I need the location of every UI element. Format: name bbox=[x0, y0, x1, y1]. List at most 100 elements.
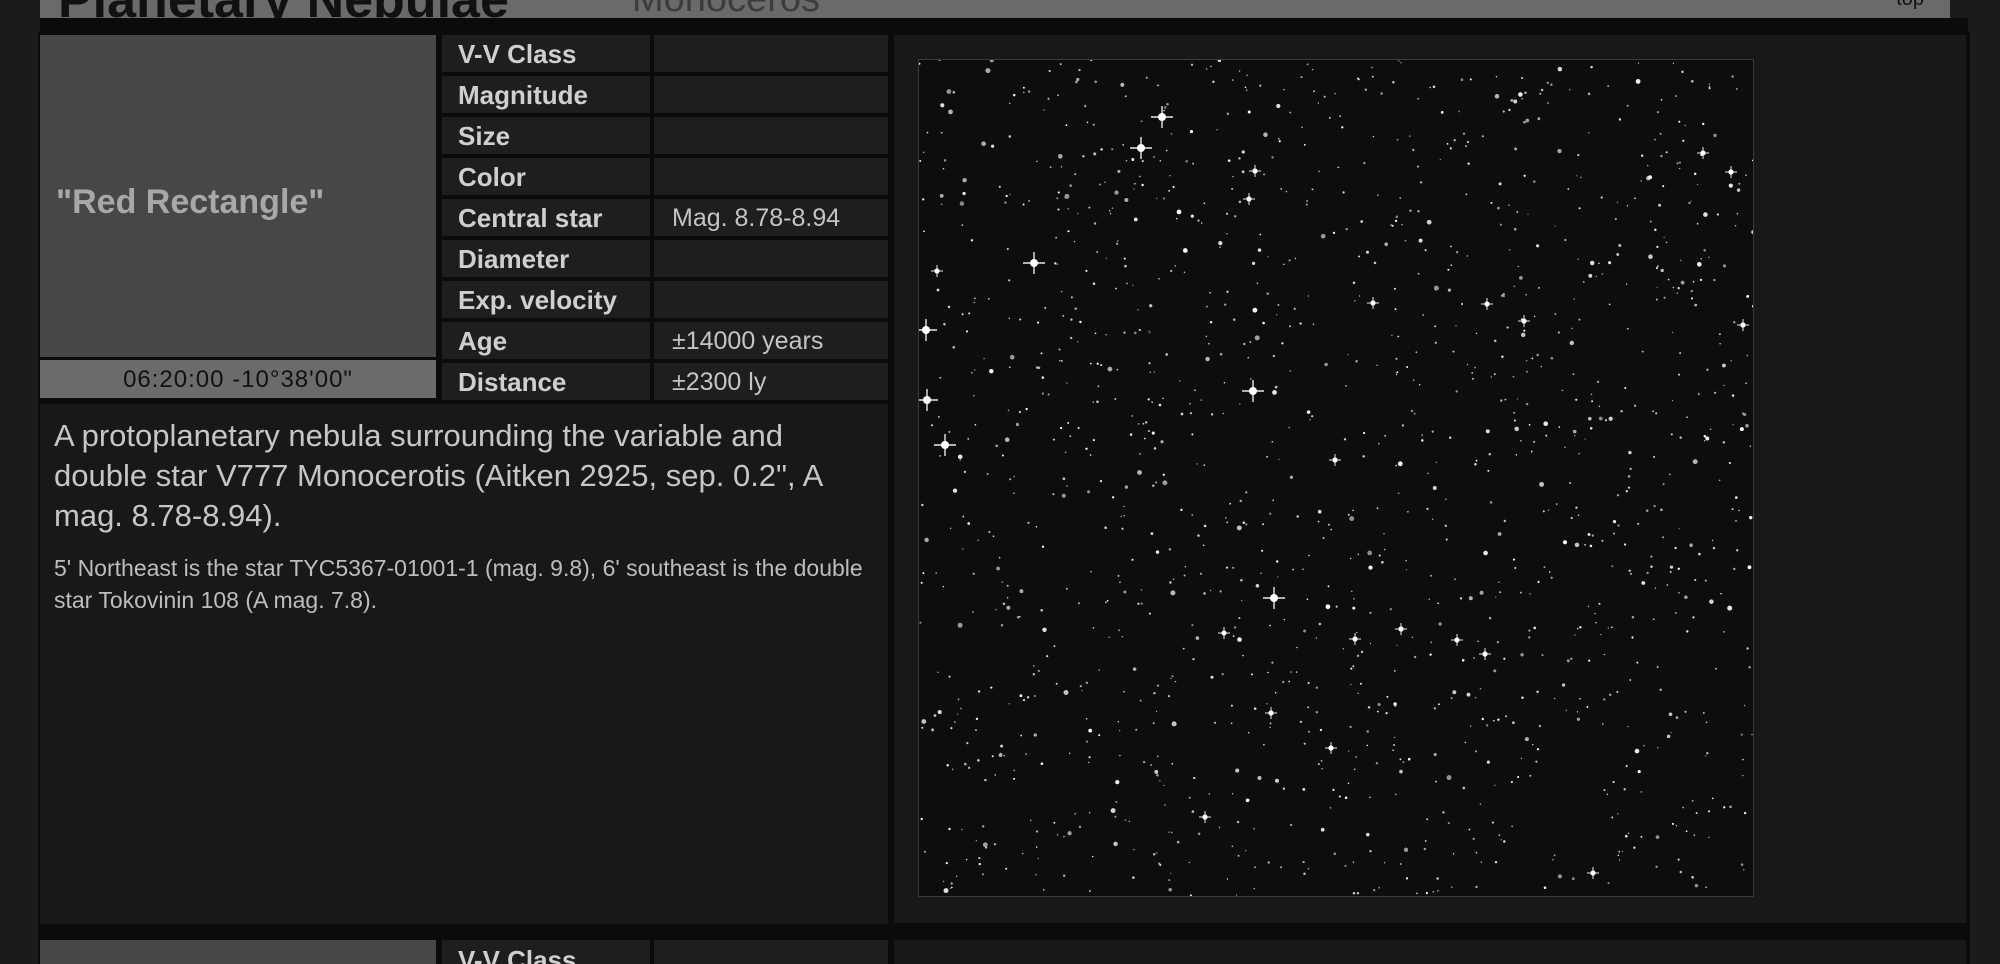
star bbox=[1501, 355, 1504, 359]
star bbox=[1670, 433, 1673, 436]
star bbox=[1271, 661, 1274, 664]
star bbox=[973, 395, 975, 397]
star bbox=[1232, 318, 1236, 321]
star bbox=[1432, 518, 1434, 520]
star bbox=[1458, 110, 1460, 113]
star bbox=[1257, 775, 1262, 781]
star bbox=[1434, 341, 1437, 344]
star bbox=[1289, 475, 1293, 479]
star bbox=[1060, 166, 1063, 168]
star bbox=[1084, 105, 1087, 108]
bright-star bbox=[1725, 166, 1737, 178]
star bbox=[1660, 154, 1663, 158]
star bbox=[1306, 410, 1311, 414]
star bbox=[1540, 88, 1544, 92]
star bbox=[1629, 467, 1632, 471]
star bbox=[1589, 544, 1593, 548]
star bbox=[1723, 806, 1726, 809]
star bbox=[1574, 542, 1580, 548]
star bbox=[1159, 159, 1162, 162]
star bbox=[1637, 522, 1640, 525]
star bbox=[998, 556, 1001, 559]
star bbox=[921, 719, 927, 724]
star bbox=[943, 888, 949, 894]
star bbox=[991, 755, 994, 758]
star bbox=[946, 89, 952, 94]
star bbox=[1077, 212, 1079, 215]
star bbox=[1743, 412, 1747, 417]
star bbox=[1172, 185, 1175, 189]
star bbox=[1588, 659, 1591, 662]
star bbox=[986, 472, 989, 475]
star bbox=[1705, 886, 1708, 889]
star bbox=[1614, 217, 1617, 221]
star bbox=[1165, 353, 1168, 356]
star bbox=[1074, 812, 1077, 815]
star bbox=[1022, 203, 1025, 206]
star bbox=[1579, 626, 1582, 629]
star bbox=[1047, 393, 1050, 396]
next-nebula-thumbnail[interactable] bbox=[40, 940, 436, 964]
star bbox=[1502, 295, 1505, 298]
star bbox=[1591, 400, 1594, 403]
star bbox=[992, 535, 995, 538]
star bbox=[1238, 200, 1242, 204]
star bbox=[981, 825, 985, 828]
star bbox=[1533, 440, 1536, 443]
star bbox=[1721, 363, 1726, 368]
star bbox=[1747, 565, 1752, 570]
star bbox=[1703, 434, 1707, 438]
star bbox=[1696, 261, 1702, 267]
top-link[interactable]: top bbox=[1896, 0, 1924, 11]
star bbox=[1241, 150, 1245, 154]
star bbox=[1155, 852, 1158, 854]
star bbox=[1751, 733, 1753, 736]
star bbox=[1447, 822, 1450, 825]
star bbox=[1057, 94, 1059, 97]
star bbox=[1569, 482, 1571, 484]
star bbox=[1089, 454, 1092, 456]
star bbox=[1691, 799, 1694, 802]
star bbox=[1052, 493, 1055, 496]
star bbox=[1276, 103, 1281, 109]
star bbox=[1442, 811, 1445, 814]
star bbox=[1711, 539, 1714, 542]
star bbox=[1176, 209, 1182, 215]
star bbox=[1044, 306, 1047, 309]
star bbox=[1078, 825, 1082, 829]
star bbox=[1665, 241, 1668, 244]
bright-star bbox=[1737, 319, 1749, 331]
star bbox=[1598, 262, 1600, 265]
star bbox=[1356, 892, 1360, 895]
star bbox=[1503, 657, 1506, 660]
nebula-thumbnail[interactable]: "Red Rectangle" bbox=[40, 35, 436, 357]
star bbox=[1114, 815, 1117, 818]
star-field-image[interactable] bbox=[918, 59, 1754, 897]
star bbox=[1104, 526, 1107, 529]
star bbox=[1290, 824, 1293, 827]
star bbox=[1188, 861, 1190, 864]
star bbox=[1123, 331, 1126, 334]
star bbox=[1662, 185, 1665, 188]
star bbox=[1523, 174, 1526, 177]
star bbox=[1590, 393, 1593, 395]
star bbox=[957, 622, 963, 628]
star bbox=[1455, 390, 1458, 393]
star bbox=[1054, 262, 1057, 265]
star bbox=[1663, 236, 1665, 239]
star bbox=[1731, 508, 1734, 511]
star bbox=[1588, 132, 1590, 134]
star bbox=[1281, 342, 1284, 345]
star bbox=[1325, 604, 1331, 610]
star bbox=[1488, 453, 1491, 456]
star bbox=[1288, 680, 1291, 683]
star bbox=[1600, 196, 1603, 199]
star bbox=[1009, 366, 1011, 369]
star bbox=[1453, 139, 1456, 142]
star bbox=[1035, 830, 1039, 833]
star bbox=[1135, 728, 1138, 731]
star bbox=[965, 858, 968, 861]
star bbox=[1383, 533, 1385, 535]
star bbox=[1283, 88, 1285, 91]
star bbox=[1751, 159, 1753, 162]
